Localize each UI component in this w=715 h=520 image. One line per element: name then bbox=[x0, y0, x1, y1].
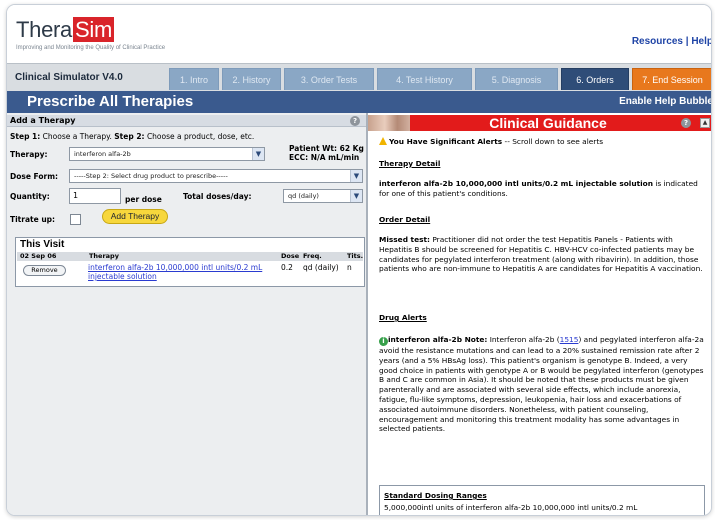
tab-end-session[interactable]: 7. End Session bbox=[632, 68, 711, 90]
question-icon[interactable]: ? bbox=[681, 118, 691, 128]
doctor-photo bbox=[368, 115, 410, 131]
patient-ecc: ECC: N/A mL/min bbox=[289, 153, 360, 162]
tab-history[interactable]: 2. History bbox=[222, 68, 281, 90]
drug-alerts-heading: Drug Alerts bbox=[379, 313, 427, 322]
col-freq: Freq. bbox=[303, 252, 322, 260]
total-doses-label: Total doses/day: bbox=[183, 192, 252, 201]
dose-form-select[interactable]: -----Step 2: Select drug product to pres… bbox=[69, 169, 363, 183]
logo-text-sim: Sim bbox=[72, 17, 114, 42]
alert-summary: You Have Significant Alerts -- Scroll do… bbox=[379, 137, 603, 146]
tab-order-tests[interactable]: 3. Order Tests bbox=[284, 68, 374, 90]
missed-test-bold: Missed test: bbox=[379, 235, 430, 244]
per-dose-label: per dose bbox=[125, 195, 162, 204]
patient-info: Patient Wt: 62 Kg ECC: N/A mL/min bbox=[289, 144, 364, 162]
total-doses-select[interactable]: qd (daily) ▼ bbox=[283, 189, 363, 203]
add-therapy-panel: Add a Therapy ? Step 1: Choose a Therapy… bbox=[7, 113, 368, 515]
logo-text-thera: Thera bbox=[16, 17, 72, 42]
quantity-label: Quantity: bbox=[10, 192, 50, 201]
step2-text: Choose a product, dose, etc. bbox=[146, 132, 255, 141]
this-visit-box: This Visit 02 Sep 06 Therapy Dose Freq. … bbox=[15, 237, 365, 287]
therasim-logo: Thera Sim bbox=[16, 17, 114, 43]
titrate-checkbox[interactable] bbox=[70, 214, 81, 225]
therapy-label: Therapy: bbox=[10, 150, 48, 159]
therapy-link[interactable]: interferon alfa-2b 10,000,000 intl units… bbox=[88, 263, 278, 281]
tits-cell: n bbox=[347, 263, 352, 272]
enable-help-bubble-link[interactable]: Enable Help Bubble bbox=[619, 96, 711, 107]
therapy-detail-text: interferon alfa-2b 10,000,000 intl units… bbox=[379, 179, 707, 199]
dosing-ranges-heading: Standard Dosing Ranges bbox=[384, 491, 487, 500]
tab-test-history[interactable]: 4. Test History bbox=[377, 68, 472, 90]
drug-note-rest: ) and pegylated interferon alfa-2a avoid… bbox=[379, 335, 704, 434]
question-icon[interactable]: ? bbox=[350, 116, 360, 126]
resources-help-link[interactable]: Resources | Help bbox=[632, 36, 711, 47]
dose-form-label: Dose Form: bbox=[10, 172, 59, 181]
drug-note-bold: interferon alfa-2b Note: bbox=[388, 335, 488, 344]
col-date: 02 Sep 06 bbox=[20, 252, 57, 260]
total-doses-select-value: qd (daily) bbox=[288, 192, 319, 200]
patient-weight: Patient Wt: 62 Kg bbox=[289, 144, 364, 153]
clinical-guidance-panel: Clinical Guidance ? ▲ You Have Significa… bbox=[368, 113, 711, 515]
header: Thera Sim Improving and Monitoring the Qu… bbox=[7, 5, 711, 63]
clinical-guidance-header: Clinical Guidance ? ▲ bbox=[368, 115, 711, 131]
tagline: Improving and Monitoring the Quality of … bbox=[16, 45, 166, 51]
therapy-select[interactable]: interferon alfa-2b ▼ bbox=[69, 147, 265, 161]
col-tits: Tits. bbox=[347, 252, 364, 260]
dose-form-select-value: -----Step 2: Select drug product to pres… bbox=[74, 172, 228, 180]
dosing-ranges-line: 5,000,000intl units of interferon alfa-2… bbox=[384, 503, 638, 512]
tab-orders[interactable]: 6. Orders bbox=[561, 68, 629, 90]
warning-icon bbox=[379, 137, 387, 145]
quantity-input[interactable]: 1 bbox=[69, 188, 121, 204]
alert-rest: -- Scroll down to see alerts bbox=[502, 137, 604, 146]
therapy-detail-bold: interferon alfa-2b 10,000,000 intl units… bbox=[379, 179, 653, 188]
chevron-down-icon: ▼ bbox=[350, 190, 362, 202]
therapy-detail-heading: Therapy Detail bbox=[379, 159, 441, 168]
remove-button[interactable]: Remove bbox=[23, 265, 66, 276]
titrate-label: Titrate up: bbox=[10, 215, 56, 224]
col-therapy: Therapy bbox=[89, 252, 119, 260]
tab-bar: Clinical Simulator V4.0 1. Intro 2. Hist… bbox=[7, 63, 711, 91]
tab-intro[interactable]: 1. Intro bbox=[169, 68, 219, 90]
simulator-title: Clinical Simulator V4.0 bbox=[15, 72, 123, 83]
section-title: Add a Therapy bbox=[10, 116, 76, 125]
scroll-up-icon[interactable]: ▲ bbox=[700, 118, 710, 128]
app-window: Thera Sim Improving and Monitoring the Qu… bbox=[6, 4, 712, 516]
drug-note-pre: Interferon alfa-2b ( bbox=[487, 335, 560, 344]
add-therapy-button[interactable]: Add Therapy bbox=[102, 209, 168, 224]
reference-link[interactable]: 1515 bbox=[560, 335, 579, 344]
chevron-down-icon: ▼ bbox=[350, 170, 362, 182]
this-visit-title: This Visit bbox=[20, 239, 65, 250]
clinical-guidance-title: Clinical Guidance bbox=[489, 115, 607, 131]
page-title: Prescribe All Therapies bbox=[27, 93, 194, 110]
step-instructions: Step 1: Choose a Therapy. Step 2: Choose… bbox=[10, 132, 254, 141]
order-detail-heading: Order Detail bbox=[379, 215, 431, 224]
dosing-ranges-box: Standard Dosing Ranges 5,000,000intl uni… bbox=[379, 485, 705, 515]
step2-label: Step 2: bbox=[114, 132, 145, 141]
therapy-select-value: interferon alfa-2b bbox=[74, 150, 131, 158]
col-dose: Dose bbox=[281, 252, 300, 260]
this-visit-header-row: 02 Sep 06 Therapy Dose Freq. Tits. bbox=[17, 252, 363, 261]
drug-note-text: i interferon alfa-2b Note: Interferon alf… bbox=[379, 335, 707, 434]
freq-cell: qd (daily) bbox=[303, 263, 339, 272]
chevron-down-icon: ▼ bbox=[252, 148, 264, 160]
alert-bold: You Have Significant Alerts bbox=[389, 137, 503, 146]
tab-diagnosis[interactable]: 5. Diagnosis bbox=[475, 68, 558, 90]
dose-cell: 0.2 bbox=[281, 263, 293, 272]
add-therapy-header: Add a Therapy ? bbox=[7, 115, 366, 127]
info-icon: i bbox=[379, 337, 388, 346]
missed-test-text: Missed test: Practitioner did not order … bbox=[379, 235, 707, 274]
step1-text: Choose a Therapy. bbox=[42, 132, 112, 141]
title-bar: Prescribe All Therapies Enable Help Bubb… bbox=[7, 91, 711, 113]
step1-label: Step 1: bbox=[10, 132, 41, 141]
